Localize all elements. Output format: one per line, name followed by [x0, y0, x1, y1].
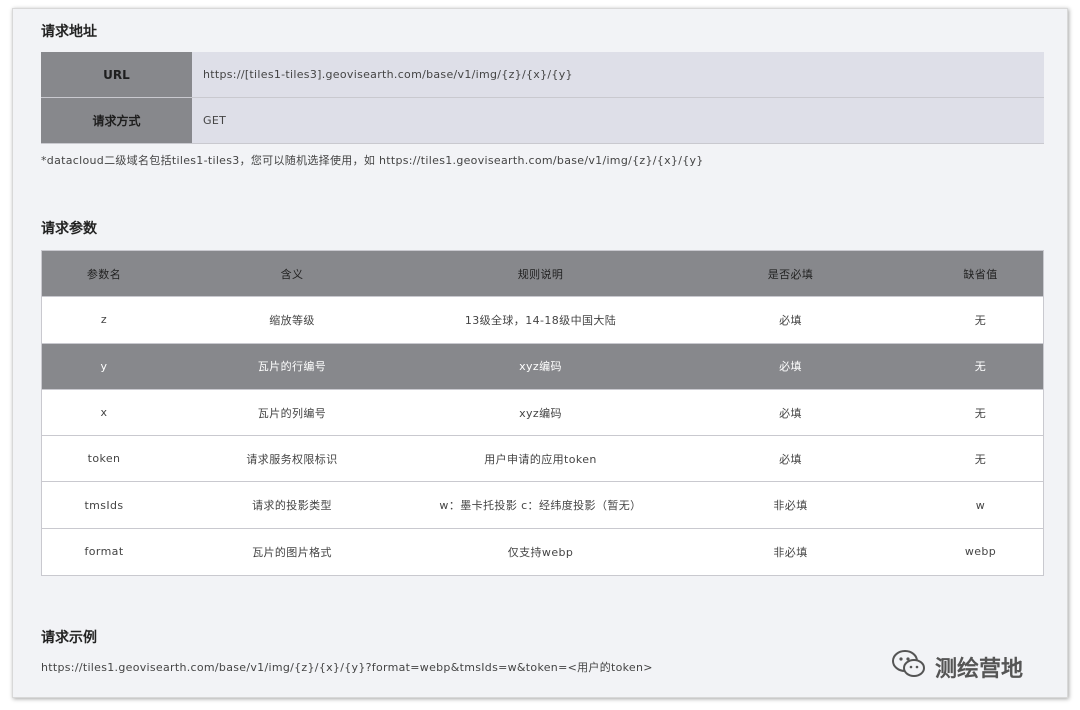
table-row: y 瓦片的行编号 xyz编码 必填 无 — [42, 343, 1043, 390]
method-row: 请求方式 GET — [41, 98, 1044, 144]
watermark: 测绘营地 — [891, 649, 1023, 685]
params-table: 参数名 含义 规则说明 是否必填 缺省值 z 缩放等级 13级全球，14-18级… — [41, 250, 1044, 577]
table-row: token 请求服务权限标识 用户申请的应用token 必填 无 — [42, 436, 1043, 483]
cell-meaning: 缩放等级 — [269, 313, 315, 327]
table-row: tmsIds 请求的投影类型 w：墨卡托投影 c：经纬度投影（暂无） 非必填 w — [42, 482, 1043, 529]
url-value: https://[tiles1-tiles3].geovisearth.com/… — [192, 52, 1044, 98]
cell-meaning: 瓦片的图片格式 — [252, 545, 332, 559]
cell-meaning: 瓦片的行编号 — [257, 360, 327, 374]
cell-param-name: token — [87, 452, 121, 466]
cell-param-name: tmsIds — [84, 498, 124, 512]
request-example-url: https://tiles1.geovisearth.com/base/v1/i… — [41, 661, 653, 674]
wechat-icon — [891, 649, 927, 685]
header-param-name: 参数名 — [86, 267, 122, 281]
cell-default: 无 — [974, 313, 987, 327]
cell-rule: 用户申请的应用token — [484, 452, 597, 466]
watermark-text: 测绘营地 — [935, 657, 1024, 682]
cell-required: 必填 — [779, 313, 802, 327]
cell-param-name: format — [84, 545, 124, 559]
cell-rule: w：墨卡托投影 c：经纬度投影（暂无） — [439, 499, 642, 513]
table-row: x 瓦片的列编号 xyz编码 必填 无 — [42, 389, 1043, 437]
cell-default: 无 — [974, 360, 987, 374]
cell-required: 非必填 — [773, 545, 808, 559]
cell-default: w — [975, 498, 986, 512]
method-key: 请求方式 — [41, 98, 192, 144]
cell-rule: xyz编码 — [519, 406, 562, 420]
cell-rule: 仅支持webp — [507, 545, 574, 559]
header-meaning: 含义 — [280, 267, 304, 281]
cell-rule: xyz编码 — [519, 360, 562, 374]
cell-required: 非必填 — [773, 499, 808, 513]
table-row: format 瓦片的图片格式 仅支持webp 非必填 webp — [42, 528, 1043, 576]
document-panel: 请求地址 URL https://[tiles1-tiles3].geovise… — [12, 8, 1068, 698]
cell-required: 必填 — [779, 452, 802, 466]
cell-meaning: 请求的投影类型 — [252, 499, 332, 513]
cell-meaning: 瓦片的列编号 — [257, 406, 327, 420]
header-rule: 规则说明 — [517, 267, 564, 281]
cell-param-name: x — [100, 406, 108, 420]
cell-rule: 13级全球，14-18级中国大陆 — [464, 313, 617, 327]
cell-meaning: 请求服务权限标识 — [246, 452, 338, 466]
cell-default: 无 — [974, 406, 987, 420]
request-example-title: 请求示例 — [41, 630, 97, 646]
url-row: URL https://[tiles1-tiles3].geovisearth.… — [41, 52, 1044, 98]
cell-param-name: z — [100, 313, 108, 327]
cell-default: webp — [964, 545, 997, 559]
domain-note: *datacloud二级域名包括tiles1-tiles3，您可以随机选择使用，… — [41, 154, 704, 167]
method-value: GET — [192, 98, 1044, 144]
request-info-table: URL https://[tiles1-tiles3].geovisearth.… — [41, 52, 1044, 144]
header-required: 是否必填 — [767, 267, 814, 281]
cell-default: 无 — [974, 452, 987, 466]
table-row: z 缩放等级 13级全球，14-18级中国大陆 必填 无 — [42, 297, 1043, 344]
cell-param-name: y — [100, 359, 108, 373]
url-key: URL — [41, 52, 192, 98]
request-params-title: 请求参数 — [41, 221, 97, 237]
header-default: 缺省值 — [963, 267, 998, 281]
params-header-row: 参数名 含义 规则说明 是否必填 缺省值 — [42, 251, 1043, 298]
request-address-title: 请求地址 — [41, 24, 97, 40]
cell-required: 必填 — [779, 360, 802, 374]
cell-required: 必填 — [779, 406, 802, 420]
